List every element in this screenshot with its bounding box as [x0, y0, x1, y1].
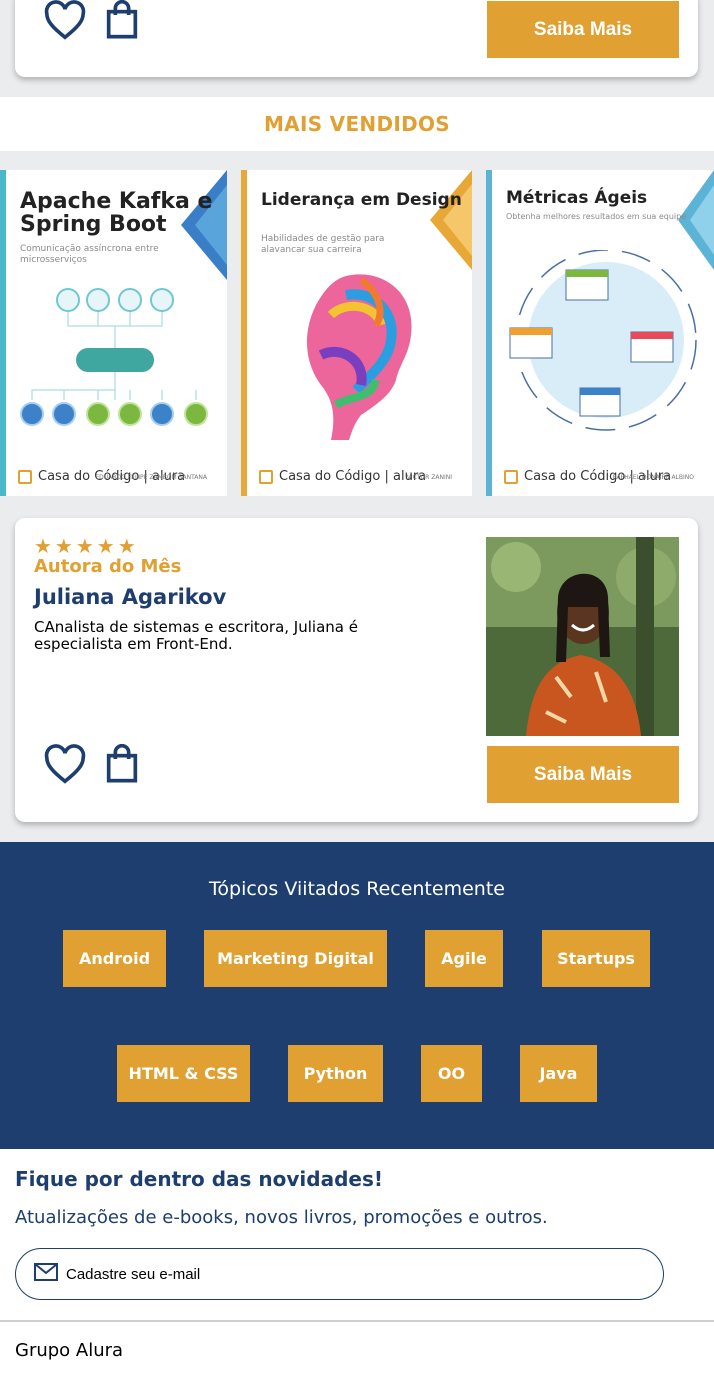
recent-topics-section: Tópicos Viitados Recentemente Android Ma…: [0, 842, 714, 1149]
topic-tag-marketing-digital[interactable]: Marketing Digital: [204, 930, 387, 987]
card-actions: [43, 743, 139, 788]
publisher-mark-icon: [504, 469, 518, 484]
newsletter-subtitle: Atualizações de e-books, novos livros, p…: [15, 1207, 548, 1228]
book-subtitle: Comunicação assíncrona entre microsservi…: [20, 244, 159, 265]
book-stripe: [241, 170, 247, 496]
book-card-lideranca[interactable]: Liderança em Design Habilidades de gestã…: [241, 170, 472, 496]
agile-cycle-illustration: [509, 250, 697, 431]
rating-stars: ★★★★★: [34, 534, 139, 558]
newsletter-title: Fique por dentro das novidades!: [15, 1167, 383, 1191]
topic-tag-html-css[interactable]: HTML & CSS: [117, 1045, 250, 1102]
best-sellers-carousel[interactable]: Apache Kafka e Spring Boot Comunicação a…: [0, 170, 714, 496]
heart-icon[interactable]: [43, 0, 87, 44]
topic-tag-python[interactable]: Python: [288, 1045, 383, 1102]
book-author: RAPHAEL DONAIRE ALBINO: [612, 474, 694, 481]
card-actions: [43, 0, 139, 44]
topic-tag-java[interactable]: Java: [520, 1045, 597, 1102]
email-input[interactable]: [66, 1265, 626, 1283]
book-card-metricas[interactable]: Métricas Ágeis Obtenha melhores resultad…: [486, 170, 714, 496]
author-of-month-card: ★★★★★ Autora do Mês Juliana Agarikov CAn…: [15, 518, 698, 822]
footer-title: Grupo Alura: [15, 1340, 124, 1361]
author-name: Juliana Agarikov: [34, 585, 227, 609]
shopping-bag-icon[interactable]: [105, 743, 139, 788]
topic-tag-agile[interactable]: Agile: [425, 930, 503, 987]
mail-icon: [34, 1263, 58, 1285]
book-card-kafka[interactable]: Apache Kafka e Spring Boot Comunicação a…: [0, 170, 227, 496]
book-stripe: [0, 170, 6, 496]
saiba-mais-button[interactable]: Saiba Mais: [487, 1, 679, 58]
previous-book-card: Saiba Mais: [15, 0, 698, 77]
topics-title: Tópicos Viitados Recentemente: [209, 878, 505, 900]
topic-tag-startups[interactable]: Startups: [542, 930, 650, 987]
topic-tag-oo[interactable]: OO: [421, 1045, 482, 1102]
author-photo: [486, 537, 679, 736]
section-title-mais-vendidos: MAIS VENDIDOS: [0, 97, 714, 151]
book-corner-shape: [430, 170, 472, 270]
newsletter-section: Fique por dentro das novidades! Atualiza…: [0, 1149, 714, 1320]
heart-icon[interactable]: [43, 744, 87, 788]
publisher-name: Casa do Código | alura: [279, 469, 427, 484]
saiba-mais-button[interactable]: Saiba Mais: [487, 746, 679, 803]
author-description: CAnalista de sistemas e escritora, Julia…: [34, 618, 358, 653]
colorful-head-illustration: [306, 274, 412, 440]
kafka-diagram-illustration: [20, 288, 208, 426]
book-title: Métricas Ágeis: [506, 188, 648, 208]
book-subtitle: Habilidades de gestão para alavancar sua…: [261, 234, 385, 255]
book-title: Liderança em Design: [261, 190, 462, 210]
book-subtitle: Obtenha melhores resultados em sua equip…: [506, 212, 687, 221]
topic-tag-android[interactable]: Android: [63, 930, 166, 987]
book-stripe: [486, 170, 492, 496]
book-author: EDUARDO FELIPE ZAMBOM SANTANA: [95, 474, 207, 481]
book-author: VICTOR ZANINI: [406, 474, 452, 481]
shopping-bag-icon[interactable]: [105, 0, 139, 44]
publisher-mark-icon: [18, 469, 32, 484]
publisher-mark-icon: [259, 469, 273, 484]
author-of-month-label: Autora do Mês: [34, 556, 182, 577]
publisher-logo: Casa do Código | alura: [259, 469, 426, 484]
footer: Grupo Alura: [0, 1320, 714, 1374]
book-title: Apache Kafka e Spring Boot: [20, 189, 213, 238]
email-field-container[interactable]: [15, 1248, 664, 1300]
